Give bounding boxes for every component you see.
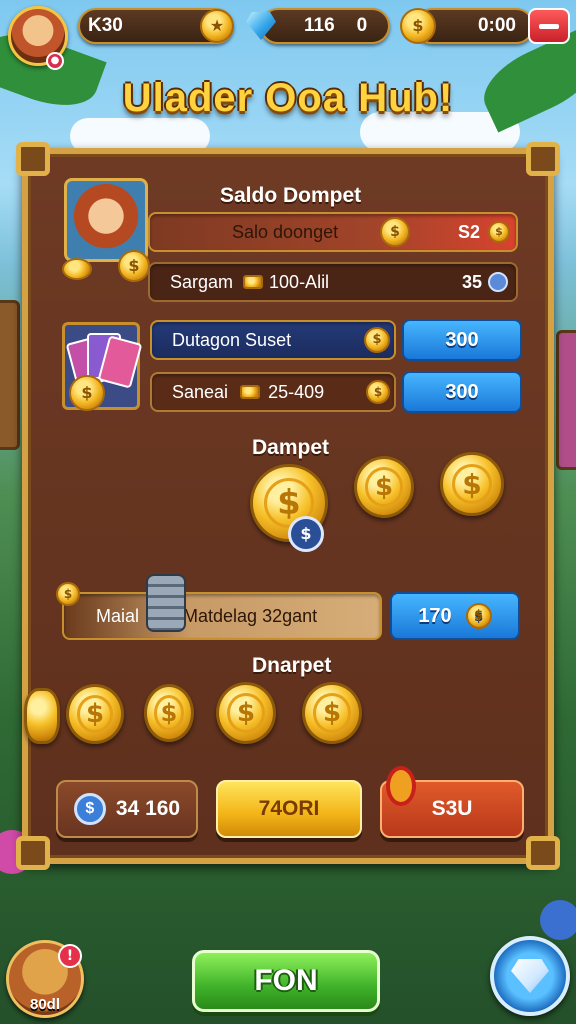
top-bar: ● K30 ★ 116 0 0:00 $	[6, 6, 570, 70]
coin-stack-icon[interactable]: $	[354, 456, 414, 518]
coin-stack-icon	[146, 574, 186, 632]
main-action-button[interactable]: FON	[192, 950, 380, 1012]
gold-bar-icon	[240, 385, 261, 399]
gem-extra: 0	[356, 15, 368, 36]
row-label: Maial	[96, 605, 140, 626]
coin-icon[interactable]: $	[302, 682, 362, 744]
buy-button[interactable]: 300	[402, 371, 522, 413]
page-title: Ulader Ooa Hub!	[122, 76, 454, 120]
buy-button-label: 300	[445, 328, 479, 351]
row-label: Saneai	[172, 381, 229, 402]
coins-button-label: 34 160	[115, 797, 181, 820]
gem-icon	[511, 959, 549, 993]
panel-corner	[16, 142, 50, 176]
row-label: Dutagon Suset	[172, 329, 292, 350]
hut	[556, 330, 576, 470]
coin-icon: $	[488, 221, 510, 243]
close-button[interactable]	[528, 8, 570, 44]
claim-button-label: 170	[418, 604, 452, 627]
buy-button-label: 300	[445, 380, 479, 403]
panel-corner	[526, 142, 560, 176]
coin-icon: $	[465, 603, 492, 629]
dollar-icon: $	[73, 793, 106, 825]
coin-icon[interactable]: $	[66, 684, 124, 744]
row-label: Sargam	[170, 271, 234, 292]
chest-label: 80dl	[29, 996, 60, 1013]
currency-pill-1[interactable]: K30 ★	[78, 8, 234, 44]
collect-button-label: 74ORI	[258, 797, 320, 820]
coin-icon: $	[400, 8, 436, 44]
coin-icon[interactable]: $	[216, 682, 276, 744]
avatar-badge: ●	[46, 52, 64, 70]
cards-icon: $	[62, 322, 143, 411]
coin-icon: $	[366, 380, 390, 404]
flower	[540, 900, 576, 940]
row-detail: 25-409	[268, 381, 325, 402]
coin-icon	[24, 688, 60, 744]
row-label: Salo doonget	[232, 221, 339, 242]
gem-shop-button[interactable]	[490, 936, 570, 1016]
notification-badge: !	[58, 944, 82, 968]
offer-button-label: S3U	[431, 797, 473, 820]
ribbon-icon	[386, 766, 416, 806]
claim-button[interactable]: 170 $	[390, 592, 520, 640]
coin-icon: $	[380, 217, 410, 247]
currency-value: K30	[88, 15, 123, 36]
wallet-row[interactable]: Salo doonget $ S2 $	[148, 212, 518, 252]
section-title-wallet: Saldo Dompet	[220, 184, 362, 207]
wallet-row[interactable]: Dutagon Suset $	[150, 320, 396, 360]
bonus-row[interactable]: Maial Matdelag 32gant	[62, 592, 382, 640]
coin-icon[interactable]: $	[144, 684, 194, 742]
currency-pill-2[interactable]: 116 0	[260, 8, 390, 44]
panel-corner	[16, 836, 50, 870]
wallet-panel: $ Saldo Dompet Salo doonget $ S2 $ Sarga…	[16, 142, 560, 870]
badge-icon: $	[288, 516, 324, 552]
minus-icon	[539, 23, 559, 29]
wallet-row[interactable]: Sargam 100-Alil 35	[148, 262, 518, 302]
main-action-label: FON	[254, 964, 318, 997]
large-coin-icon[interactable]: $	[440, 452, 504, 516]
row-value: S2	[457, 221, 480, 242]
wallet-row[interactable]: Saneai 25-409 $	[150, 372, 396, 412]
coin-stack-icon	[62, 258, 92, 280]
coin-icon: $	[364, 327, 390, 353]
diamond-icon	[488, 272, 508, 292]
collect-button[interactable]: 74ORI	[216, 780, 362, 838]
star-coin-icon: ★	[200, 9, 234, 43]
hut	[0, 300, 20, 450]
row-value: 35	[461, 271, 482, 292]
panel-corner	[526, 836, 560, 870]
section-title-rewards: Dnarpet	[252, 654, 332, 677]
coin-icon: $	[118, 250, 150, 282]
gem-value: 116	[304, 15, 335, 36]
coin-icon: $	[56, 582, 80, 606]
row-detail: 100-Alil	[269, 271, 330, 292]
gold-bar-icon	[243, 275, 264, 289]
coin-icon: $	[69, 375, 105, 411]
timer-value: 0:00	[477, 15, 516, 36]
row-label: Matdelag 32gant	[183, 605, 318, 626]
coins-button[interactable]: $ 34 160	[56, 780, 198, 838]
buy-button[interactable]: 300	[402, 319, 522, 361]
section-title-coins: Dampet	[252, 436, 330, 459]
